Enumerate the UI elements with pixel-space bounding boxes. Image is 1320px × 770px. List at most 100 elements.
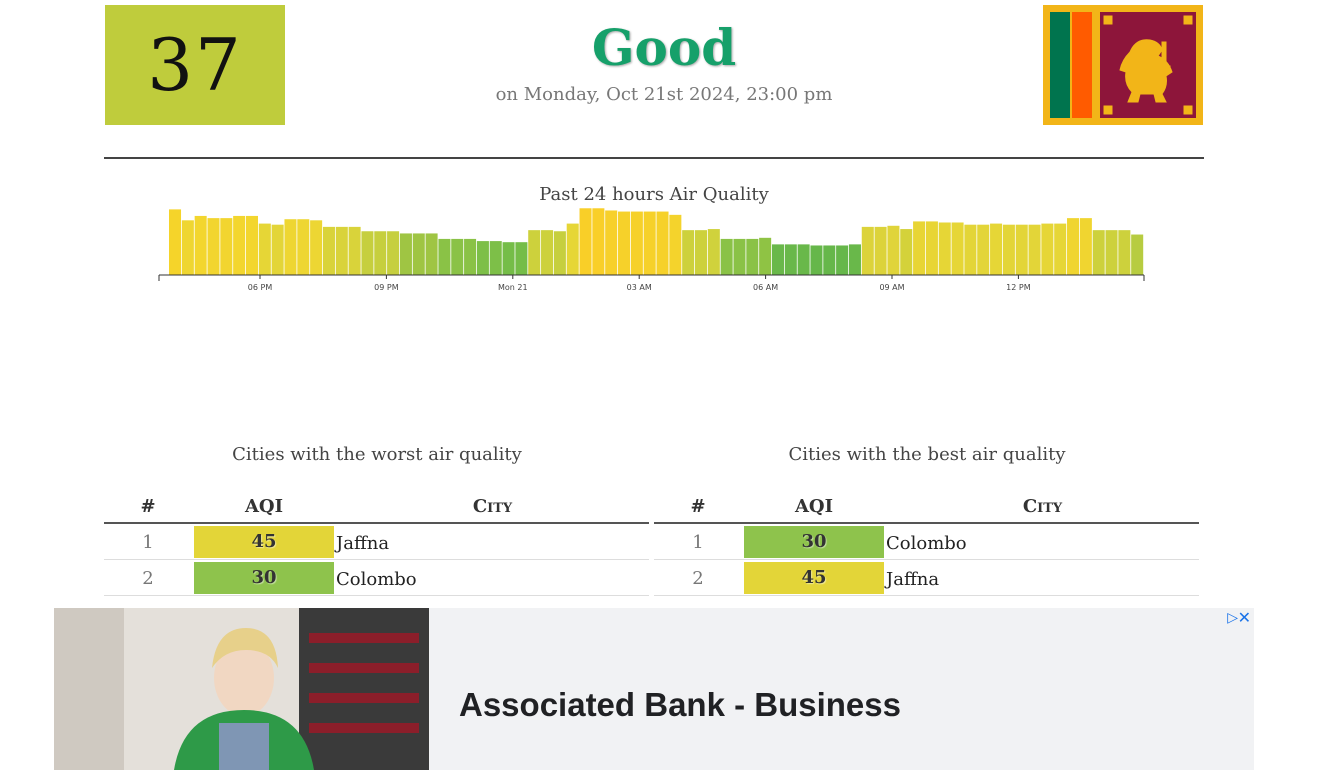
worst-cities-table: # AQI City 1 45 Jaffna 2 30 Colombo <box>104 492 649 596</box>
chart-bar <box>579 208 592 275</box>
chart-bar <box>245 215 259 275</box>
chart-bar <box>810 245 823 275</box>
rank-cell: 2 <box>692 568 704 589</box>
chart-bar <box>964 224 977 275</box>
x-tick-label: 06 AM <box>753 283 778 292</box>
chart-bar <box>605 210 618 275</box>
chart-bar <box>387 231 400 275</box>
chart-bar <box>361 231 374 275</box>
chart-bar <box>1092 230 1105 275</box>
chart-bar <box>566 223 579 275</box>
chart-bar <box>425 233 438 275</box>
city-link[interactable]: Jaffna <box>336 533 389 554</box>
chart-bar <box>258 223 271 275</box>
chart-bar <box>284 219 297 275</box>
chart-bar <box>836 245 849 275</box>
city-link[interactable]: Colombo <box>886 533 967 554</box>
chart-bar <box>707 229 720 275</box>
chart-bar <box>348 226 361 275</box>
table-header: # AQI City <box>104 492 649 524</box>
chart-bar <box>1015 224 1028 275</box>
chart-bar <box>374 231 387 275</box>
timestamp: on Monday, Oct 21st 2024, 23:00 pm <box>495 84 833 105</box>
chart-bar <box>1105 230 1118 275</box>
chart-bar <box>233 215 246 275</box>
chart-bar <box>181 220 194 275</box>
x-tick-label: 09 AM <box>879 283 904 292</box>
chart-bar <box>412 233 425 275</box>
chart-bar <box>335 226 348 275</box>
city-link[interactable]: Colombo <box>336 569 417 590</box>
chart-bar <box>656 211 669 275</box>
chart-bar <box>887 225 900 275</box>
chart-bar <box>476 241 489 275</box>
chart-bar <box>464 238 477 275</box>
chart-bar <box>900 229 913 275</box>
chart-bar <box>194 215 207 275</box>
chart-bar <box>169 209 182 275</box>
rank-cell: 1 <box>142 532 154 553</box>
chart-bar <box>1131 234 1144 275</box>
aqi-history-chart: 06 PM 09 PM Mon 21 03 AM 06 AM 09 AM 12 PM <box>158 208 1145 292</box>
ad-headline[interactable]: Associated Bank - Business <box>459 686 901 724</box>
city-link[interactable]: Jaffna <box>886 569 939 590</box>
rank-cell: 1 <box>692 532 704 553</box>
chart-bar <box>310 220 323 275</box>
chart-bar <box>1002 224 1015 275</box>
chart-bar <box>861 226 874 275</box>
chart-bar <box>669 214 682 275</box>
x-tick-label: Mon 21 <box>498 283 528 292</box>
chart-bar <box>399 233 412 275</box>
chart-bar <box>630 211 643 275</box>
close-icon[interactable]: ✕ <box>1238 608 1251 627</box>
chart-bar <box>823 245 836 275</box>
x-tick-label: 06 PM <box>248 283 273 292</box>
adchoices-icon[interactable]: ▷ <box>1227 610 1238 626</box>
chart-bar <box>1028 224 1041 275</box>
chart-bar <box>322 226 335 275</box>
chart-bar <box>848 244 861 275</box>
chart-bar <box>925 221 938 275</box>
aqi-header[interactable]: AQI <box>194 496 334 517</box>
chart-bar <box>771 244 784 275</box>
chart-bar <box>528 230 541 275</box>
chart-title: Past 24 hours Air Quality <box>539 184 769 205</box>
chart-bar <box>643 211 656 275</box>
chart-bar <box>502 242 515 275</box>
table-row: 1 30 Colombo <box>654 524 1199 560</box>
chart-bar <box>1079 218 1092 275</box>
chart-bar <box>271 224 284 275</box>
aqi-cell: 30 <box>194 562 334 594</box>
lion-emblem-icon <box>1103 15 1193 115</box>
chart-bar <box>553 231 566 275</box>
chart-bar <box>438 238 451 275</box>
chart-bar <box>541 230 554 275</box>
chart-bar <box>297 219 310 275</box>
x-tick-label: 09 PM <box>374 283 399 292</box>
chart-bar <box>451 238 464 275</box>
rank-header: # <box>140 496 156 517</box>
advertisement-banner[interactable]: Associated Bank - Business ▷ ✕ <box>54 608 1254 770</box>
chart-bar <box>977 224 990 275</box>
table-row: 2 30 Colombo <box>104 560 649 596</box>
city-header[interactable]: City <box>886 496 1199 517</box>
header-divider <box>104 157 1204 159</box>
table-row: 2 45 Jaffna <box>654 560 1199 596</box>
table-header: # AQI City <box>654 492 1199 524</box>
chart-bar <box>913 221 926 275</box>
aqi-status: Good <box>591 18 737 77</box>
aqi-cell: 45 <box>194 526 334 558</box>
chart-bar <box>1067 218 1080 275</box>
chart-bar <box>797 244 810 275</box>
chart-bar <box>489 241 502 275</box>
chart-bar <box>990 223 1003 275</box>
city-header[interactable]: City <box>336 496 649 517</box>
aqi-header[interactable]: AQI <box>744 496 884 517</box>
ad-image[interactable] <box>54 608 429 770</box>
chart-bar <box>874 226 887 275</box>
chart-bar <box>720 238 733 275</box>
chart-bar <box>618 211 631 275</box>
chart-bar <box>1041 223 1054 275</box>
rank-header: # <box>690 496 706 517</box>
chart-bar <box>694 230 708 275</box>
